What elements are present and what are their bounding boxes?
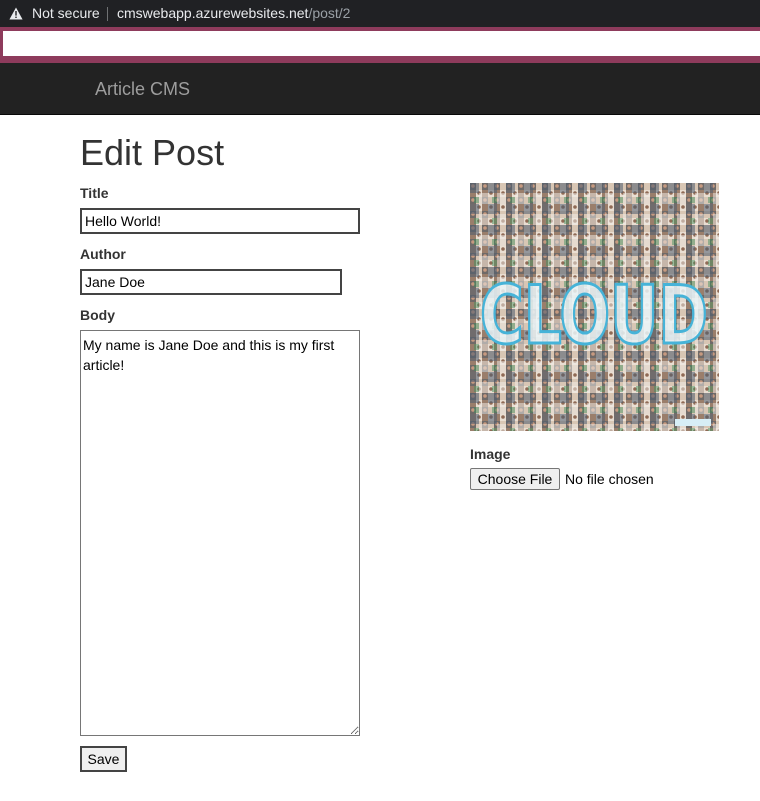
url-field[interactable]: cmswebapp.azurewebsites.net/post/2: [117, 5, 350, 21]
site-navbar: Article CMS: [0, 63, 760, 115]
save-button[interactable]: Save: [80, 746, 127, 772]
page-title: Edit Post: [80, 132, 225, 173]
url-host: cmswebapp.azurewebsites.net: [117, 5, 309, 21]
choose-file-button[interactable]: Choose File: [470, 468, 560, 490]
security-status[interactable]: Not secure: [32, 5, 100, 21]
address-divider: [107, 7, 108, 21]
author-input[interactable]: [80, 269, 342, 295]
no-file-status: No file chosen: [565, 471, 654, 487]
body-label: Body: [80, 307, 115, 323]
find-bar: [0, 27, 760, 63]
post-image-preview: CLOUD: [470, 183, 719, 431]
brand-link[interactable]: Article CMS: [95, 79, 190, 100]
cloud-lettering: CLOUD: [480, 269, 708, 362]
browser-address-bar: Not secure cmswebapp.azurewebsites.net/p…: [0, 0, 760, 27]
warning-icon[interactable]: [9, 7, 23, 20]
body-textarea[interactable]: My name is Jane Doe and this is my first…: [80, 330, 360, 736]
url-path: /post/2: [308, 5, 351, 21]
title-label: Title: [80, 185, 109, 201]
image-label: Image: [470, 446, 511, 462]
find-input[interactable]: [3, 31, 760, 56]
title-input[interactable]: [80, 208, 360, 234]
author-label: Author: [80, 246, 126, 262]
